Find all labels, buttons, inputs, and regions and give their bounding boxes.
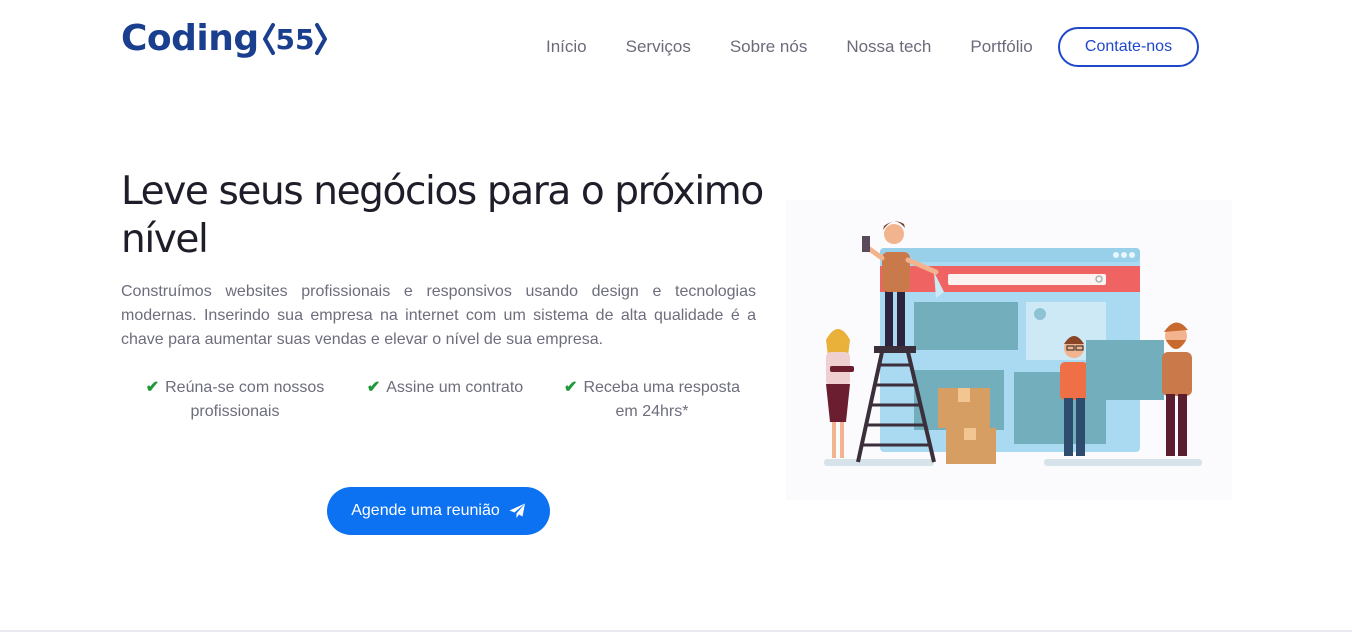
contact-button[interactable]: Contate-nos bbox=[1058, 27, 1199, 67]
schedule-meeting-label: Agende uma reunião bbox=[351, 502, 500, 519]
site-header: Coding 55 Início Serviços Sobre nós Noss… bbox=[0, 0, 1352, 95]
brand-logo[interactable]: Coding 55 bbox=[121, 18, 327, 59]
schedule-meeting-button[interactable]: Agende uma reunião bbox=[327, 487, 550, 535]
brand-mark: 55 bbox=[262, 22, 327, 56]
brand-word: Coding bbox=[121, 18, 259, 59]
nav-link-inicio[interactable]: Início bbox=[546, 37, 587, 57]
feature-item: ✔ Receba uma resposta em 24hrs* bbox=[557, 376, 747, 424]
check-icon: ✔ bbox=[564, 379, 578, 396]
feature-label: Assine um contrato bbox=[386, 379, 524, 396]
hero-title: Leve seus negócios para o próximo nível bbox=[121, 169, 764, 262]
brand-mark-text: 55 bbox=[275, 23, 314, 56]
feature-label: Receba uma resposta em 24hrs* bbox=[583, 379, 740, 420]
nav-link-nossa-tech[interactable]: Nossa tech bbox=[846, 37, 931, 57]
feature-item: ✔ Assine um contrato bbox=[355, 376, 535, 400]
feature-list: ✔ Reúna-se com nossos profissionais ✔ Assi… bbox=[121, 376, 761, 426]
main-nav: Início Serviços Sobre nós Nossa tech Por… bbox=[546, 37, 1072, 57]
paper-plane-icon bbox=[509, 503, 526, 519]
check-icon: ✔ bbox=[145, 379, 160, 396]
nav-link-servicos[interactable]: Serviços bbox=[626, 37, 691, 57]
feature-item: ✔ Reúna-se com nossos profissionais bbox=[135, 376, 335, 424]
nav-link-sobre-nos[interactable]: Sobre nós bbox=[730, 37, 808, 57]
check-icon: ✔ bbox=[366, 379, 381, 396]
hero-description: Construímos websites profissionais e res… bbox=[121, 283, 756, 348]
feature-label: Reúna-se com nossos profissionais bbox=[165, 379, 325, 420]
team-building-website-illustration bbox=[786, 200, 1232, 500]
nav-link-portfolio[interactable]: Portfólio bbox=[970, 37, 1032, 57]
